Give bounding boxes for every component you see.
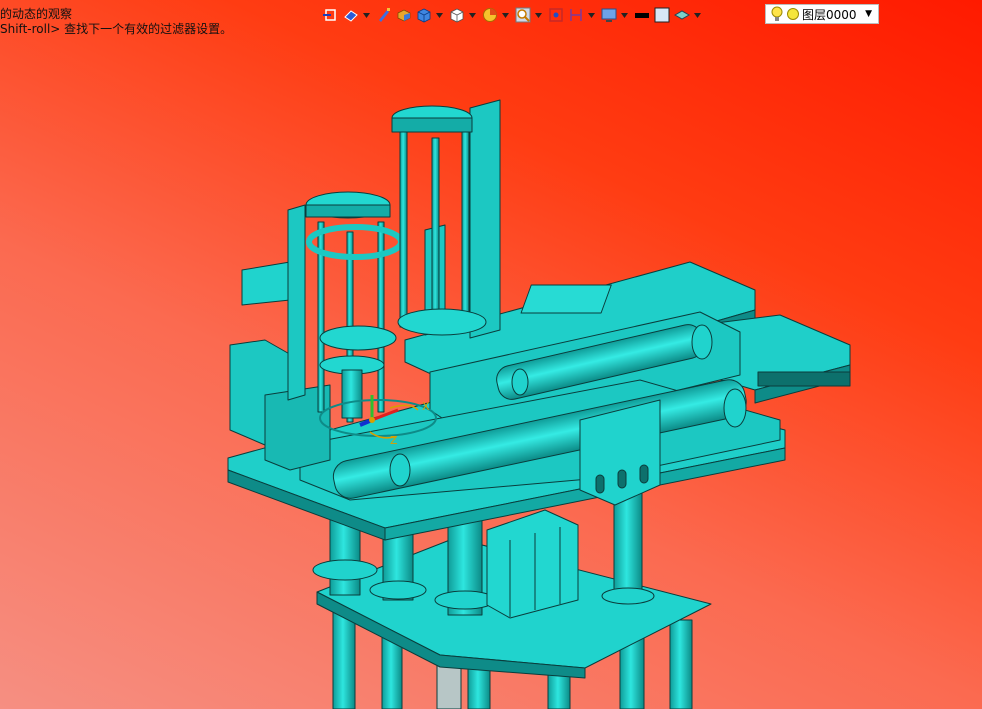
layer-icon[interactable]	[673, 6, 691, 24]
guide-rod	[461, 131, 470, 328]
view-toolbar	[322, 4, 706, 26]
flange	[434, 590, 496, 610]
lower-ring	[397, 308, 487, 336]
chevron-down-icon[interactable]	[501, 6, 509, 24]
mid-plate	[319, 325, 397, 351]
slot	[520, 284, 612, 314]
shade-icon[interactable]	[395, 6, 413, 24]
bearing	[511, 368, 529, 396]
guide-rod	[431, 137, 440, 334]
fit-view-icon[interactable]	[547, 6, 565, 24]
slot-hole	[639, 464, 649, 484]
cylinder-end-cap	[723, 388, 747, 428]
select-filter-icon[interactable]	[322, 6, 340, 24]
chevron-down-icon[interactable]	[587, 6, 595, 24]
layer-color-icon	[787, 8, 799, 20]
zoom-icon[interactable]	[514, 6, 532, 24]
monitor-icon[interactable]	[600, 6, 618, 24]
side-bracket	[241, 261, 291, 306]
flange	[369, 580, 427, 600]
chevron-down-icon[interactable]	[620, 6, 628, 24]
measure-icon[interactable]	[567, 6, 585, 24]
layer-name: 图层0000	[802, 7, 857, 22]
flange	[601, 587, 655, 605]
cad-viewport[interactable]: X Z 的动态的观察 Shift-roll> 查找下一个有效的过滤器设置。 图层…	[0, 0, 982, 709]
chevron-down-icon[interactable]	[693, 6, 701, 24]
guide-rod	[377, 221, 385, 413]
slot-hole	[595, 474, 605, 494]
view-cube-icon[interactable]	[448, 6, 466, 24]
status-hint: 的动态的观察 Shift-roll> 查找下一个有效的过滤器设置。	[0, 7, 232, 37]
support-leg	[669, 619, 693, 709]
top-plate-edge	[391, 117, 473, 133]
cube-render-icon[interactable]	[415, 6, 433, 24]
slot-hole	[617, 469, 627, 489]
lightbulb-icon[interactable]	[770, 6, 784, 22]
chevron-down-icon[interactable]	[534, 6, 542, 24]
chevron-down-icon[interactable]	[435, 6, 443, 24]
line-color-icon[interactable]	[633, 6, 651, 24]
cylinder-end-cap	[691, 324, 713, 360]
triad-z-label: Z	[390, 434, 398, 447]
cad-model-assembly[interactable]: X Z	[0, 0, 982, 709]
hint-line-1: 的动态的观察	[0, 7, 73, 21]
bearing	[389, 453, 411, 487]
face-color-icon[interactable]	[653, 6, 671, 24]
hint-line-2: Shift-roll> 查找下一个有效的过滤器设置。	[0, 22, 233, 36]
tower-frame	[287, 204, 306, 401]
linear-rack	[757, 371, 851, 387]
triad-x-label: X	[422, 400, 430, 413]
guide-rod	[399, 131, 408, 328]
chevron-down-icon[interactable]	[362, 6, 370, 24]
air-cylinder	[486, 509, 579, 619]
layer-dropdown[interactable]: 图层0000 ▼	[765, 4, 879, 24]
top-plate-edge	[305, 204, 391, 218]
tower-frame	[469, 99, 501, 339]
spindle	[341, 369, 363, 419]
flange	[312, 559, 378, 581]
brush-icon[interactable]	[375, 6, 393, 24]
chevron-down-icon[interactable]: ▼	[865, 9, 872, 19]
pie-section-icon[interactable]	[481, 6, 499, 24]
view-orientation-icon[interactable]	[342, 6, 360, 24]
chevron-down-icon[interactable]	[468, 6, 476, 24]
